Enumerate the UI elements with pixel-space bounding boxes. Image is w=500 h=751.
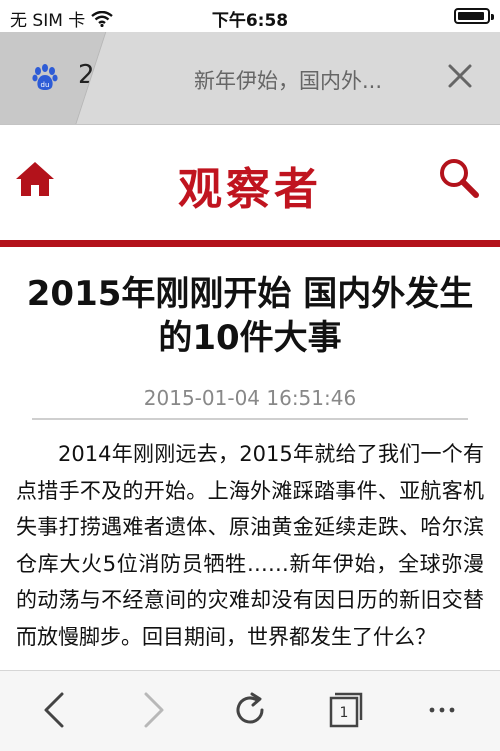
- tab-active-title[interactable]: 新年伊始，国内外...: [194, 65, 382, 95]
- status-bar: 无 SIM 卡 下午6:58: [0, 0, 500, 32]
- article-title: 2015年刚刚开始 国内外发生的10件大事: [26, 274, 474, 358]
- close-icon[interactable]: [446, 62, 474, 90]
- title-divider: [32, 418, 468, 420]
- search-icon[interactable]: [436, 156, 480, 200]
- tab-inactive[interactable]: du 20: [0, 32, 130, 124]
- svg-text:du: du: [41, 81, 50, 89]
- tab-inactive-label: 20: [78, 60, 112, 90]
- battery-icon: [454, 8, 494, 24]
- article-body: 2014年刚刚远去，2015年就给了我们一个有点措手不及的开始。上海外滩踩踏事件…: [16, 442, 484, 649]
- back-arrow-icon[interactable]: [34, 688, 78, 732]
- article-date: 2015-01-04 16:51:46: [143, 386, 357, 410]
- reload-icon[interactable]: [228, 688, 272, 732]
- tab-count: 1: [339, 705, 349, 721]
- site-logo[interactable]: 观察者: [0, 153, 500, 217]
- more-icon[interactable]: [420, 688, 464, 732]
- browser-tab-bar: du 20 新年伊始，国内外...: [0, 32, 500, 125]
- baidu-paw-icon: du: [32, 64, 58, 90]
- header-divider: [0, 240, 500, 247]
- clock: 下午6:58: [211, 11, 289, 31]
- forward-arrow-icon[interactable]: [130, 688, 174, 732]
